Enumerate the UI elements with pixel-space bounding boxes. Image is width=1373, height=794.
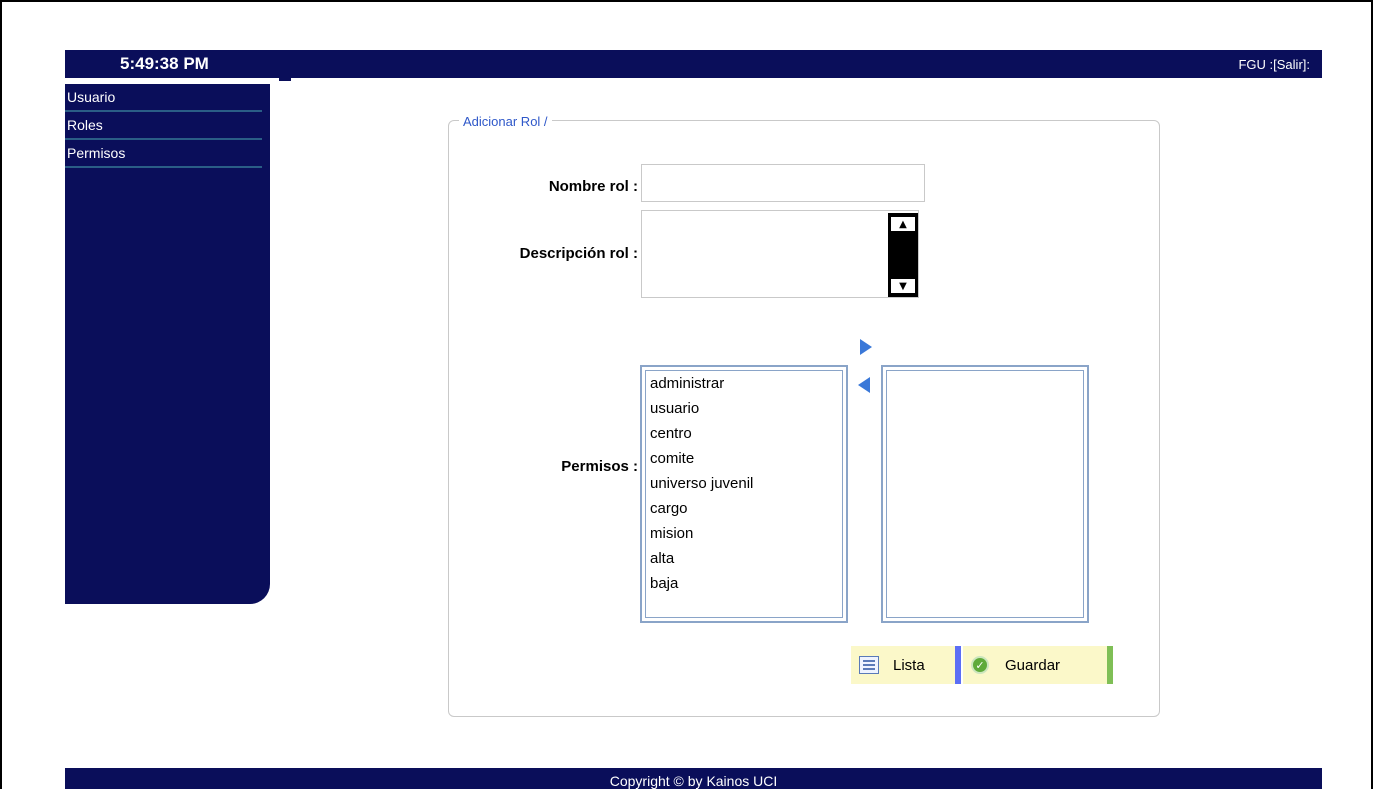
selected-permissions-list[interactable] xyxy=(881,365,1089,623)
list-item[interactable]: mision xyxy=(646,521,842,546)
form-legend: Adicionar Rol / xyxy=(459,114,552,129)
check-circle-icon: ✓ xyxy=(971,656,989,674)
nombre-rol-label: Nombre rol : xyxy=(548,178,638,195)
scroll-up-icon[interactable]: ▲ xyxy=(890,216,916,232)
permisos-label: Permisos : xyxy=(561,458,638,475)
sidebar: Usuario Roles Permisos xyxy=(65,84,270,604)
list-item[interactable]: administrar xyxy=(646,371,842,396)
guardar-button-label: Guardar xyxy=(1005,656,1061,674)
top-bar: 5:49:38 PM FGU :[Salir]: xyxy=(65,50,1322,78)
arrow-left-icon[interactable] xyxy=(858,377,870,393)
available-permissions-inner: administrar usuario centro comite universo j… xyxy=(645,370,843,618)
user-logout-link[interactable]: FGU :[Salir]: xyxy=(1238,57,1310,72)
sidebar-item-roles[interactable]: Roles xyxy=(65,112,270,140)
list-item[interactable]: usuario xyxy=(646,396,842,421)
sidebar-item-usuario[interactable]: Usuario xyxy=(65,84,270,112)
clock: 5:49:38 PM xyxy=(120,54,209,73)
list-item[interactable]: alta xyxy=(646,546,842,571)
lista-button-label: Lista xyxy=(893,656,925,674)
descripcion-rol-label: Descripción rol : xyxy=(519,245,638,262)
sidebar-item-permisos[interactable]: Permisos xyxy=(65,140,270,168)
nombre-rol-input[interactable] xyxy=(641,164,925,202)
arrow-right-icon[interactable] xyxy=(860,339,872,355)
list-item[interactable]: cargo xyxy=(646,496,842,521)
scroll-down-icon[interactable]: ▼ xyxy=(890,278,916,294)
selected-permissions-inner xyxy=(886,370,1084,618)
footer: Copyright © by Kainos UCI xyxy=(65,768,1322,789)
available-permissions-list[interactable]: administrar usuario centro comite universo j… xyxy=(640,365,848,623)
window-frame-top xyxy=(0,0,1373,2)
list-item[interactable]: comite xyxy=(646,446,842,471)
descripcion-rol-textarea[interactable] xyxy=(641,210,919,298)
window-frame-left xyxy=(0,0,2,789)
descripcion-scrollbar[interactable]: ▲ ▼ xyxy=(888,213,918,297)
list-item[interactable]: universo juvenil xyxy=(646,471,842,496)
list-item[interactable]: baja xyxy=(646,571,842,596)
list-icon xyxy=(859,656,879,674)
lista-button[interactable]: Lista xyxy=(851,646,961,684)
topbar-tab-marker xyxy=(279,78,291,81)
list-item[interactable]: centro xyxy=(646,421,842,446)
guardar-button[interactable]: ✓ Guardar xyxy=(963,646,1113,684)
